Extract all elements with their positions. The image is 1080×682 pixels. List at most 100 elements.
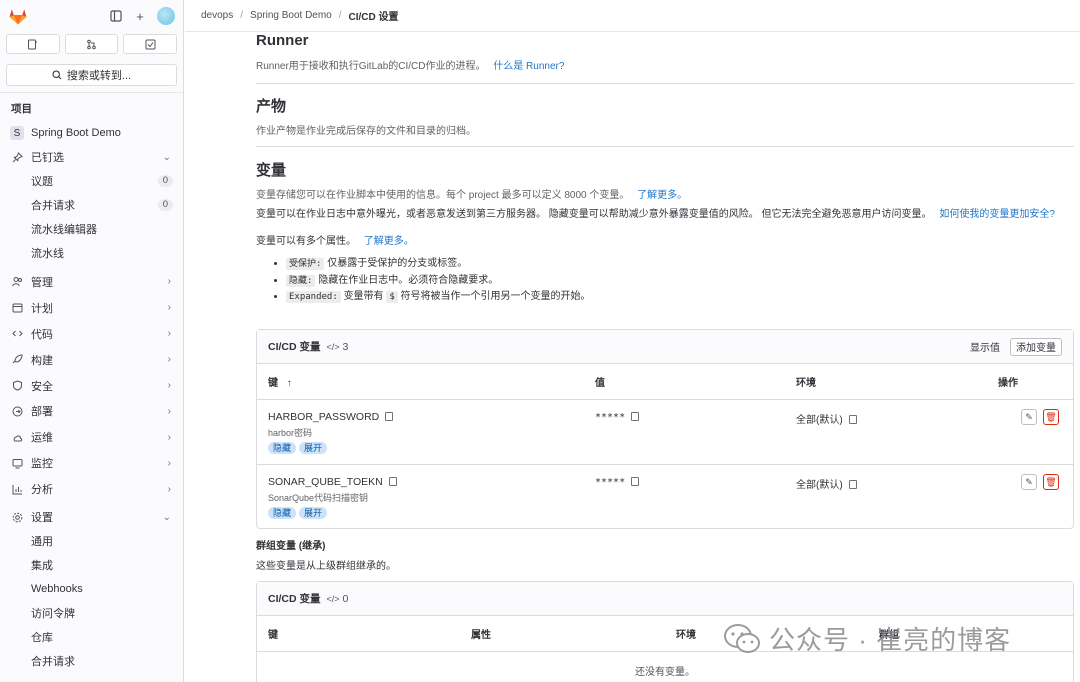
group-variables-description: 这些变量是从上级群组继承的。 bbox=[256, 557, 396, 572]
table-row: SONAR_QUBE_TOEKNSonarQube代码扫描密钥隐藏展开*****… bbox=[257, 465, 1073, 530]
sidebar-item-label: 流水线 bbox=[31, 245, 64, 261]
variables-description: 变量存储您可以在作业脚本中使用的信息。每个 project 最多可以定义 800… bbox=[256, 186, 687, 201]
wechat-icon bbox=[723, 623, 761, 655]
table-header: 键 ↑ 值 环境 操作 bbox=[257, 364, 1073, 400]
breadcrumb-item-current[interactable]: CI/CD 设置 bbox=[349, 8, 399, 23]
artifacts-description: 作业产物是作业完成后保存的文件和目录的归档。 bbox=[256, 122, 476, 137]
edit-icon[interactable]: ✎ bbox=[1021, 474, 1037, 490]
copy-icon[interactable] bbox=[631, 477, 639, 486]
list-item: 隐藏: 隐藏在作业日志中。必须符合隐藏要求。 bbox=[286, 273, 591, 290]
variable-count-value: 3 bbox=[342, 341, 348, 353]
learn-more-link[interactable]: 了解更多。 bbox=[637, 190, 687, 201]
sidebar-item-merge-requests[interactable]: 合并请求 0 bbox=[0, 193, 183, 217]
column-header-key[interactable]: 键 ↑ bbox=[268, 374, 292, 389]
code-icon bbox=[10, 328, 24, 339]
sidebar-pinned[interactable]: 已钉选 ⌄ bbox=[0, 145, 183, 169]
attribute-text: 变量带有 bbox=[344, 291, 384, 302]
pin-icon bbox=[10, 152, 24, 163]
show-values-button[interactable]: 显示值 bbox=[970, 339, 1000, 354]
plus-icon[interactable]: + bbox=[133, 9, 147, 23]
artifacts-title[interactable]: 产物 bbox=[256, 95, 286, 116]
issues-tab-icon[interactable] bbox=[6, 34, 60, 54]
pinned-label: 已钉选 bbox=[31, 149, 64, 165]
chevron-right-icon: › bbox=[168, 380, 171, 391]
gitlab-logo-icon[interactable] bbox=[8, 6, 28, 26]
attributes-learn-more-link[interactable]: 了解更多。 bbox=[364, 236, 414, 247]
chevron-right-icon: › bbox=[168, 484, 171, 495]
sidebar-item-group[interactable]: 管理› bbox=[0, 269, 183, 295]
sidebar-item-group[interactable]: 运维› bbox=[0, 424, 183, 450]
copy-icon[interactable] bbox=[631, 412, 639, 421]
avatar[interactable] bbox=[157, 7, 175, 25]
sidebar-item-group[interactable]: 安全 › bbox=[0, 373, 183, 399]
sidebar-item-merge-request-settings[interactable]: 合并请求 bbox=[0, 649, 183, 673]
delete-icon[interactable]: 🗑 bbox=[1043, 409, 1059, 425]
copy-icon[interactable] bbox=[849, 415, 857, 424]
sidebar-item-label: 部署 bbox=[31, 403, 53, 419]
sidebar-item-label: 监控 bbox=[31, 455, 53, 471]
sidebar-item-label: 仓库 bbox=[31, 629, 53, 645]
attribute-list: 受保护: 仅暴露于受保护的分支或标签。 隐藏: 隐藏在作业日志中。必须符合隐藏要… bbox=[256, 256, 591, 306]
calendar-icon bbox=[10, 302, 24, 313]
sidebar-item-label: 流水线编辑器 bbox=[31, 221, 97, 237]
variables-title[interactable]: 变量 bbox=[256, 159, 286, 180]
column-header-environment: 环境 bbox=[796, 374, 816, 389]
sidebar-item-integrations[interactable]: 集成 bbox=[0, 553, 183, 577]
search-button[interactable]: 搜索或转到... bbox=[6, 64, 177, 86]
section-divider bbox=[256, 83, 1074, 84]
project-name: Spring Boot Demo bbox=[31, 127, 121, 139]
chevron-right-icon: › bbox=[168, 328, 171, 339]
chart-icon bbox=[10, 484, 24, 495]
variables-security-note: 变量可以在作业日志中意外曝光，或者恶意发送到第三方服务器。 隐藏变量可以帮助减少… bbox=[256, 205, 1055, 220]
sidebar-item-issues[interactable]: 议题 0 bbox=[0, 169, 183, 193]
sidebar-item-group[interactable]: 分析› bbox=[0, 476, 183, 502]
sidebar-item-group[interactable]: 监控› bbox=[0, 450, 183, 476]
sidebar-item-label: Webhooks bbox=[31, 583, 83, 595]
copy-icon[interactable] bbox=[849, 480, 857, 489]
chevron-down-icon: ⌄ bbox=[163, 512, 171, 523]
sidebar-item-repository[interactable]: 仓库 bbox=[0, 625, 183, 649]
search-icon bbox=[52, 70, 62, 80]
cloud-icon bbox=[10, 432, 24, 443]
sidebar-item-group[interactable]: 构建› bbox=[0, 347, 183, 373]
edit-icon[interactable]: ✎ bbox=[1021, 409, 1037, 425]
sidebar-item-webhooks[interactable]: Webhooks bbox=[0, 577, 183, 601]
attribute-code: 隐藏: bbox=[286, 275, 315, 287]
sidebar-project[interactable]: S Spring Boot Demo bbox=[0, 121, 183, 145]
copy-icon[interactable] bbox=[389, 477, 397, 486]
variable-description: SonarQube代码扫描密钥 bbox=[268, 491, 397, 504]
delete-icon[interactable]: 🗑 bbox=[1043, 474, 1059, 490]
attribute-text: 隐藏在作业日志中。必须符合隐藏要求。 bbox=[318, 275, 498, 286]
breadcrumb-item-project[interactable]: Spring Boot Demo bbox=[250, 10, 332, 21]
runner-title[interactable]: Runner bbox=[256, 32, 309, 49]
chevron-right-icon: › bbox=[168, 406, 171, 417]
add-variable-button[interactable]: 添加变量 bbox=[1010, 338, 1062, 356]
todo-tab-icon[interactable] bbox=[123, 34, 177, 54]
attribute-text: 符号将被当作一个引用另一个变量的开始。 bbox=[401, 291, 591, 302]
copy-icon[interactable] bbox=[385, 412, 393, 421]
sidebar-item-pipeline-editor[interactable]: 流水线编辑器 bbox=[0, 217, 183, 241]
sidebar-item-access-tokens[interactable]: 访问令牌 bbox=[0, 601, 183, 625]
sidebar-item-general[interactable]: 通用 bbox=[0, 529, 183, 553]
sidebar-item-group[interactable]: 代码› bbox=[0, 321, 183, 347]
sidebar-section-title: 项目 bbox=[0, 92, 183, 121]
sidebar-toggle-icon[interactable] bbox=[109, 9, 123, 23]
sort-arrow-up-icon[interactable]: ↑ bbox=[287, 378, 292, 389]
sidebar-item-label: 安全 bbox=[31, 378, 53, 394]
runner-help-link[interactable]: 什么是 Runner? bbox=[493, 61, 564, 72]
sidebar-settings[interactable]: 设置 ⌄ bbox=[0, 505, 183, 529]
variable-count: </> 0 bbox=[327, 593, 349, 605]
variable-count-value: 0 bbox=[342, 593, 348, 605]
sidebar-item-pipelines[interactable]: 流水线 bbox=[0, 241, 183, 265]
attribute-code: 受保护: bbox=[286, 258, 324, 270]
sidebar-item-group[interactable]: 部署 › bbox=[0, 398, 183, 424]
breadcrumb-item-group[interactable]: devops bbox=[201, 10, 233, 21]
secure-variables-link[interactable]: 如何使我的变量更加安全? bbox=[939, 209, 1055, 220]
sidebar-item-label: 通用 bbox=[31, 533, 53, 549]
deploy-icon bbox=[10, 406, 24, 417]
variable-key: HARBOR_PASSWORD bbox=[268, 411, 379, 423]
column-header-value: 值 bbox=[595, 374, 605, 389]
section-divider bbox=[256, 146, 1074, 147]
sidebar-item-group[interactable]: 计划› bbox=[0, 295, 183, 321]
merge-requests-tab-icon[interactable] bbox=[65, 34, 119, 54]
